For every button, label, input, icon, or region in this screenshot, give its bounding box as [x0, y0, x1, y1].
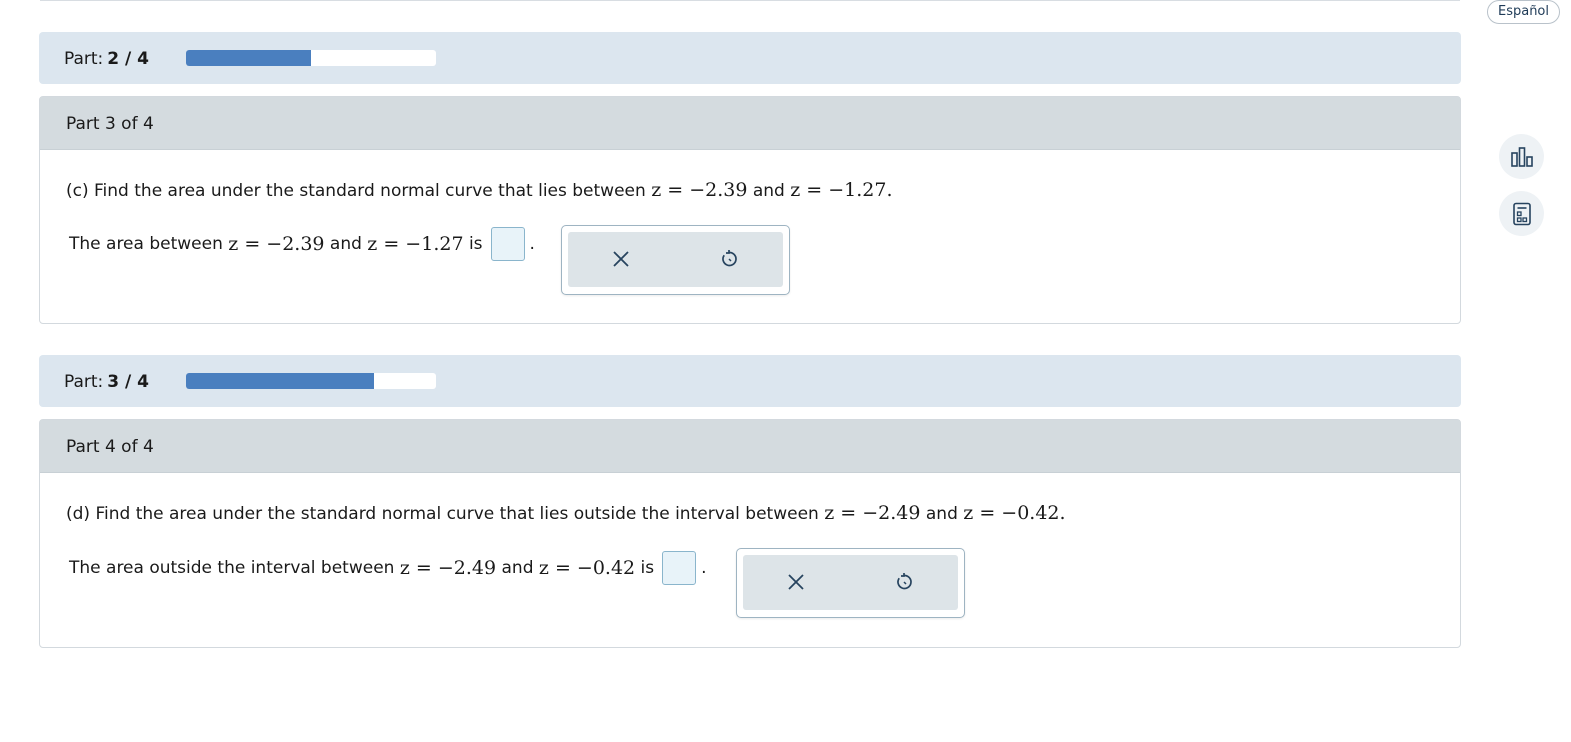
undo-button[interactable] [714, 244, 744, 274]
progress-track [186, 50, 436, 66]
answer-tools-popup [561, 225, 790, 295]
undo-icon [722, 250, 737, 267]
top-divider [40, 0, 1460, 1]
answer-input[interactable] [662, 551, 697, 585]
bar-chart-icon [1510, 146, 1533, 167]
progress-label: Part: 2 / 4 [64, 49, 149, 69]
answer-line: The area between z = −2.39 and z = −1.27… [69, 227, 535, 261]
progress-fill [186, 373, 374, 389]
answer-tools-popup [736, 548, 965, 618]
clear-button[interactable] [781, 567, 811, 597]
part-header: Part 3 of 4 [40, 97, 1460, 150]
calculator-icon [1512, 202, 1531, 225]
question-text: (c) Find the area under the standard nor… [66, 179, 893, 201]
progress-value: 2 / 4 [107, 49, 149, 69]
close-icon [788, 574, 804, 590]
math-z1: z = −2.39 [651, 179, 748, 201]
math-z2: z = −0.42 [538, 557, 636, 579]
progress-value: 3 / 4 [107, 372, 149, 392]
clear-button[interactable] [606, 244, 636, 274]
progress-label: Part: 3 / 4 [64, 372, 149, 392]
answer-line: The area outside the interval between z … [69, 551, 707, 585]
math-z2: z = −0.42 [963, 502, 1060, 524]
progress-track [186, 373, 436, 389]
progress-fill [186, 50, 311, 66]
close-icon [613, 251, 629, 267]
answer-tools-panel [743, 555, 958, 610]
question-text: (d) Find the area under the standard nor… [66, 502, 1066, 524]
math-z2: z = −1.27 [367, 233, 464, 255]
progress-bar-section: Part: 3 / 4 [39, 355, 1461, 407]
math-z2: z = −1.27 [790, 179, 887, 201]
answer-input[interactable] [490, 227, 525, 261]
part-card: Part 3 of 4 (c) Find the area under the … [39, 96, 1461, 324]
math-z1: z = −2.49 [824, 502, 921, 524]
calculator-button[interactable] [1499, 191, 1544, 236]
undo-button[interactable] [889, 567, 919, 597]
part-card: Part 4 of 4 (d) Find the area under the … [39, 419, 1461, 648]
progress-bar-section: Part: 2 / 4 [39, 32, 1461, 84]
language-button[interactable]: Español [1487, 0, 1560, 24]
math-z1: z = −2.39 [228, 233, 325, 255]
math-z1: z = −2.49 [399, 557, 497, 579]
undo-icon [897, 573, 912, 590]
answer-tools-panel [568, 232, 783, 287]
part-header: Part 4 of 4 [40, 420, 1460, 473]
bar-chart-button[interactable] [1499, 134, 1544, 179]
